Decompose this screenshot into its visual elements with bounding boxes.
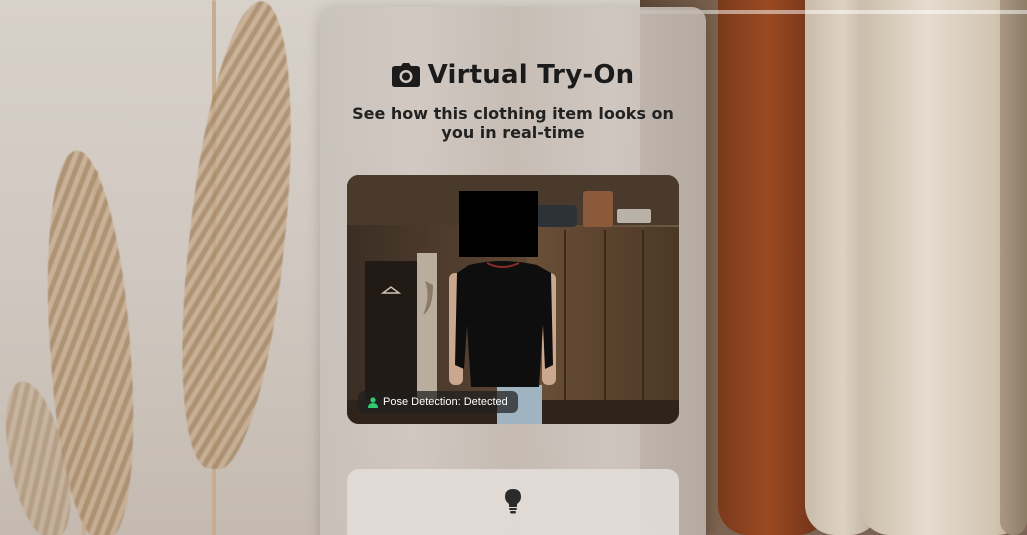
page-header: Virtual Try-On <box>320 58 706 92</box>
camera-feed: Pose Detection: Detected <box>347 175 679 424</box>
lightbulb-icon <box>505 489 521 514</box>
camera-icon <box>391 63 420 87</box>
tips-card <box>347 469 679 535</box>
pose-status-label: Pose Detection: Detected <box>383 396 508 408</box>
try-on-panel: Virtual Try-On See how this clothing ite… <box>320 7 706 535</box>
face-redaction <box>459 191 538 257</box>
camera-feed-scene <box>347 175 679 424</box>
page-subtitle: See how this clothing item looks on you … <box>352 104 674 142</box>
pose-status-badge: Pose Detection: Detected <box>358 391 518 413</box>
page-title: Virtual Try-On <box>427 60 635 90</box>
background-garment <box>1000 0 1027 535</box>
person-icon <box>368 396 378 408</box>
